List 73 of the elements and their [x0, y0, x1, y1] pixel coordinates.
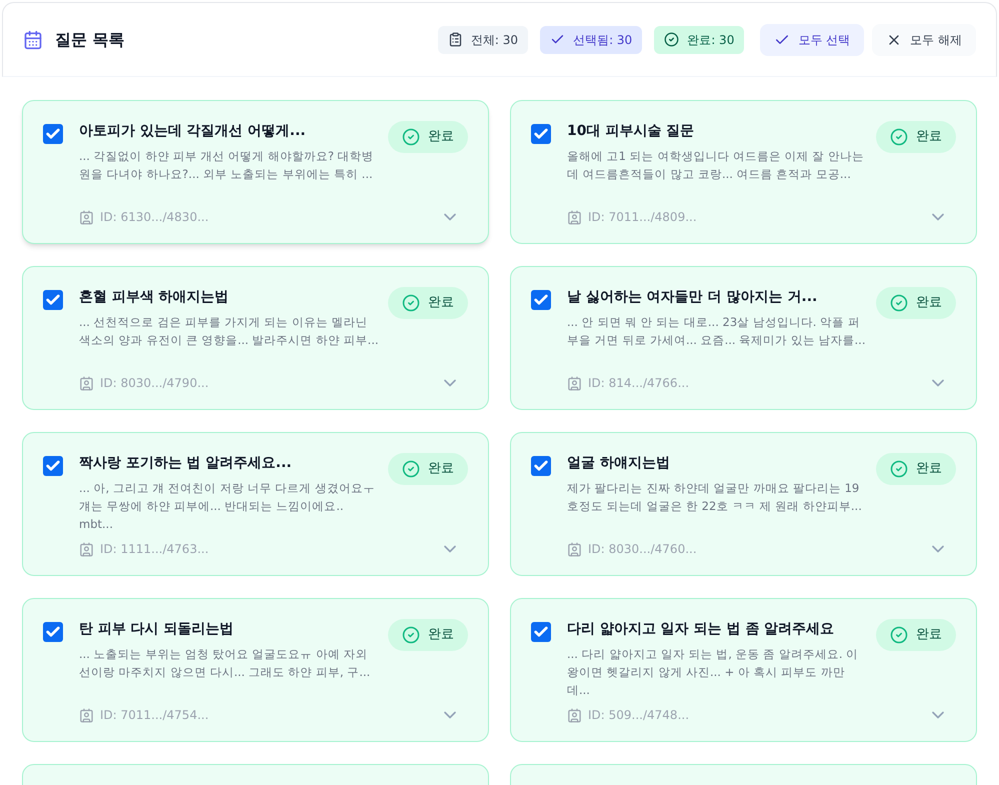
checkbox[interactable] [531, 622, 551, 642]
status-badge: 완료 [388, 619, 468, 651]
checkbox[interactable] [43, 622, 63, 642]
question-title: 탄 피부 다시 되돌리는법 [79, 620, 235, 639]
id-card-icon [567, 708, 582, 722]
id-card-icon [567, 210, 582, 224]
question-card[interactable]: 얼굴 하얘지는법 제가 팔다리는 진짜 하얀데 얼굴만 까매요 팔다리는 19호정도 되는데 얼굴은 한 22호 ㅋㅋ 제 원래 하얀피부... 완료 ID: 8030.../4760... [510, 432, 977, 576]
check-circle-icon [890, 460, 908, 478]
calendar-icon [23, 30, 43, 50]
check-circle-icon [402, 294, 420, 312]
question-id: ID: 814.../4766... [588, 375, 690, 392]
question-preview: ... 선천적으로 검은 피부를 가지게 되는 이유는 멜라닌 색소의 양과 유전이 큰 영향을... 발라주시면 하얀 피부... [79, 314, 379, 349]
question-title: 아토피가 있는데 각질개선 어떻게... [79, 122, 307, 141]
id-card-icon [79, 210, 94, 224]
question-preview: ... 아, 그리고 걔 전여친이 저랑 너무 다르게 생겼어요ㅜ 걔는 무쌍에 하얀 피부에... 반대되는 느낌이에요.. mbt... [79, 480, 376, 533]
page-title: 질문 목록 [55, 28, 125, 50]
status-badge: 완료 [876, 287, 956, 319]
checkbox[interactable] [531, 290, 551, 310]
id-card-icon [567, 376, 582, 390]
check-circle-icon [664, 32, 680, 47]
status-badge: 완료 [876, 453, 956, 485]
question-id: ID: 7011.../4809... [588, 209, 697, 226]
count-badge: 전체: 30 [438, 26, 528, 54]
checkbox[interactable] [43, 290, 63, 310]
question-title: 짝사랑 포기하는 법 알려주세요... [79, 454, 293, 473]
question-id: ID: 7011.../4754... [100, 707, 209, 724]
clipboard-icon [448, 32, 463, 47]
count-badge: 선택됨: 30 [540, 26, 642, 54]
checkbox[interactable] [43, 124, 63, 144]
status-badge: 완료 [388, 453, 468, 485]
question-card[interactable]: 짝사랑 포기하는 법 알려주세요... ... 아, 그리고 걔 전여친이 저랑 너무 다르게 생겼어요ㅜ 걔는 무쌍에 하얀 피부에... 반대되는 느낌이에요.. mbt... 완료 ID: 1111.../4763... [22, 432, 489, 576]
question-card[interactable]: 탄 피부 다시 되돌리는법 ... 노출되는 부위는 엄청 탔어요 얼굴도요ㅠ 아예 자외선이랑 마주치지 않으면 다시... 그래도 하얀 피부, 구... 완료 ID: 7011.../4754... [22, 598, 489, 742]
question-card[interactable]: 날 싫어하는 여자들만 더 많아지는 거... ... 안 되면 뭐 안 되는 대로... 23살 남성입니다. 악플 퍼부을 거면 뒤로 가세여... 요즘... 육제미가 있는 남자를... 완료 ID: 814.../4766... [510, 266, 977, 410]
id-card-icon [79, 542, 94, 556]
question-card[interactable]: 10대 피부시술 질문 올해에 고1 되는 여학생입니다 여드름은 이제 잘 안나는데 여드름흔적들이 많고 코랑... 여드름 흔적과 모공... 완료 ID: 7011.../4809... [510, 100, 977, 244]
question-preview: ... 각질없이 하얀 피부 개선 어떻게 해야할까요? 대학병원을 다녀야 하나요?... 외부 노출되는 부위에는 특히 ... [79, 148, 375, 183]
id-card-icon [79, 376, 94, 390]
checkbox[interactable] [531, 456, 551, 476]
check-circle-icon [402, 128, 420, 146]
check-circle-icon [890, 128, 908, 146]
check-circle-icon [890, 294, 908, 312]
question-card[interactable]: 혼혈 피부색 하애지는법 ... 선천적으로 검은 피부를 가지게 되는 이유는 멜라닌 색소의 양과 유전이 큰 영향을... 발라주시면 하얀 피부... 완료 ID: 8030.../4790... [22, 266, 489, 410]
deselect-all-button[interactable]: 모두 해제 [872, 24, 976, 56]
question-id: ID: 8030.../4760... [588, 541, 697, 558]
question-id: ID: 509.../4748... [588, 707, 690, 724]
question-preview: ... 노출되는 부위는 엄청 탔어요 얼굴도요ㅠ 아예 자외선이랑 마주치지 않으면 다시... 그래도 하얀 피부, 구... [79, 646, 372, 681]
count-badge: 완료: 30 [654, 26, 744, 54]
question-id: ID: 6130.../4830... [100, 209, 209, 226]
id-card-icon [79, 708, 94, 722]
question-id: ID: 8030.../4790... [100, 375, 209, 392]
status-badge: 완료 [388, 121, 468, 153]
checkbox[interactable] [531, 124, 551, 144]
check-circle-icon [890, 626, 908, 644]
question-card[interactable]: 다리 얇아지고 일자 되는 법 좀 알려주세요 ... 다리 얇아지고 일자 되는 법, 운동 좀 알려주세요. 이왕이면 헷갈리지 않게 사진... + 아 혹시 피부도 까만데... 완료 ID: 509.../4748... [510, 598, 977, 742]
status-badge: 완료 [388, 287, 468, 319]
question-title: 얼굴 하얘지는법 [567, 454, 671, 473]
status-badge: 완료 [876, 121, 956, 153]
question-preview: 제가 팔다리는 진짜 하얀데 얼굴만 까매요 팔다리는 19호정도 되는데 얼굴은 한 22호 ㅋㅋ 제 원래 하얀피부... [567, 480, 863, 515]
question-id: ID: 1111.../4763... [100, 541, 209, 558]
question-title: 혼혈 피부색 하애지는법 [79, 288, 230, 307]
check-circle-icon [402, 460, 420, 478]
checkbox[interactable] [43, 456, 63, 476]
question-card[interactable]: 아토피가 있는데 각질개선 어떻게... ... 각질없이 하얀 피부 개선 어떻게 해야할까요? 대학병원을 다녀야 하나요?... 외부 노출되는 부위에는 특히 ... 완료 ID: 6130.../4830... [22, 100, 489, 244]
question-preview: ... 다리 얇아지고 일자 되는 법, 운동 좀 알려주세요. 이왕이면 헷갈리지 않게 사진... + 아 혹시 피부도 까만데... [567, 646, 860, 699]
check-circle-icon [402, 626, 420, 644]
question-preview: 올해에 고1 되는 여학생입니다 여드름은 이제 잘 안나는데 여드름흔적들이 많고 코랑... 여드름 흔적과 모공... [567, 148, 865, 183]
question-title: 10대 피부시술 질문 [567, 122, 696, 141]
status-badge: 완료 [876, 619, 956, 651]
select-all-button[interactable]: 모두 선택 [760, 24, 864, 56]
question-title: 날 싫어하는 여자들만 더 많아지는 거... [567, 288, 818, 307]
id-card-icon [567, 542, 582, 556]
question-title: 다리 얇아지고 일자 되는 법 좀 알려주세요 [567, 620, 836, 639]
question-preview: ... 안 되면 뭐 안 되는 대로... 23살 남성입니다. 악플 퍼부을 거면 뒤로 가세여... 요즘... 육제미가 있는 남자를... [567, 314, 866, 349]
